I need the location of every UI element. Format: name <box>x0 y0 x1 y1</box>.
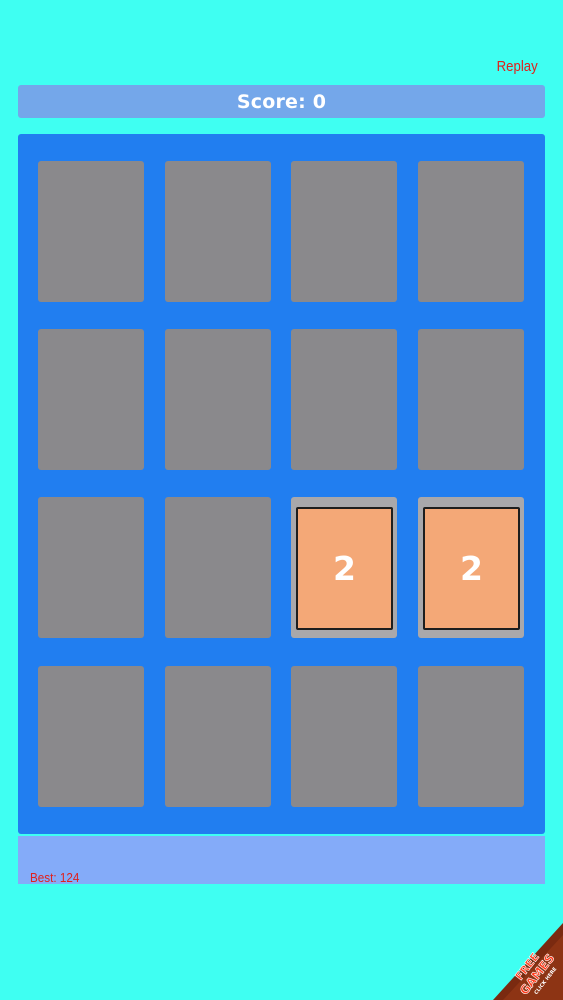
board-cell <box>165 666 271 807</box>
score-bar: Score: 0 <box>18 85 545 118</box>
board-cell <box>165 329 271 470</box>
board-cell <box>38 666 144 807</box>
board-cell <box>291 161 397 302</box>
board-cell <box>291 666 397 807</box>
board-cell: 2 <box>418 497 524 638</box>
free-games-badge-icon: FREE GAMES CLICK HERE <box>493 923 563 1000</box>
board-cell <box>418 161 524 302</box>
board-cell <box>38 329 144 470</box>
board-cell <box>418 329 524 470</box>
best-score-label: Best: 124 <box>30 870 80 885</box>
game-board[interactable]: 22 <box>18 134 545 834</box>
board-cell <box>291 329 397 470</box>
number-tile: 2 <box>296 507 393 630</box>
board-cell <box>418 666 524 807</box>
board-cell <box>165 161 271 302</box>
free-games-badge[interactable]: FREE GAMES CLICK HERE <box>493 905 563 1000</box>
board-cell <box>38 497 144 638</box>
best-score-bar: Best: 124 <box>18 836 545 885</box>
board-cell <box>38 161 144 302</box>
score-label: Score: 0 <box>236 90 327 113</box>
board-cell <box>165 497 271 638</box>
replay-button[interactable]: Replay <box>497 58 538 75</box>
board-cell: 2 <box>291 497 397 638</box>
tile-value: 2 <box>460 549 483 588</box>
number-tile: 2 <box>423 507 520 630</box>
tile-value: 2 <box>333 549 356 588</box>
